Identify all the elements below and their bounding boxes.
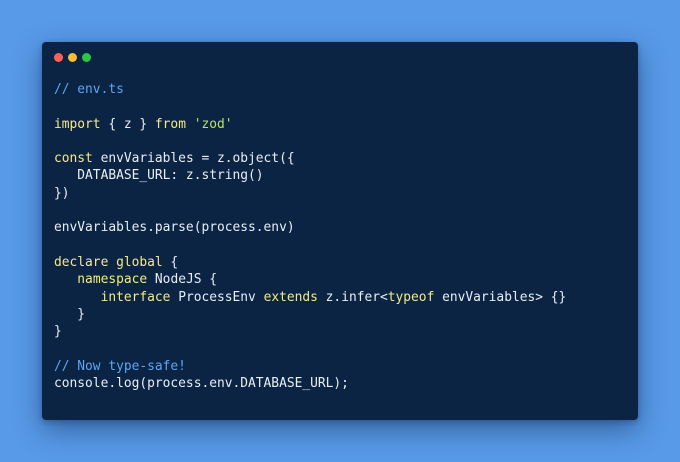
code-token-ident: envVariables.parse(process.env) [54,220,295,236]
window-controls [54,53,91,63]
code-token-type: envVariables> {} [434,289,567,305]
code-line: }) [54,185,566,202]
code-line: } [54,323,566,340]
code-token-punc: } [54,306,86,322]
code-token-keyword: typeof [387,289,435,305]
close-dot-icon[interactable] [54,53,63,62]
code-token-punc: }) [54,185,70,201]
code-token-type: z.infer< [317,289,388,305]
code-line: namespace NodeJS { [54,271,566,288]
code-line: DATABASE_URL: z.string() [54,167,566,184]
code-line: console.log(process.env.DATABASE_URL); [54,375,566,392]
code-block: // env.ts import { z } from 'zod' const … [54,81,566,392]
code-line: interface ProcessEnv extends z.infer<typ… [54,289,567,306]
code-token-punc [54,290,101,305]
code-token-ident: console.log(process.env.DATABASE_URL); [54,376,349,392]
code-line: } [54,306,566,323]
code-token-type: ProcessEnv [170,289,264,305]
code-token-keyword: interface [100,289,171,305]
code-line: // env.ts [54,81,566,98]
code-line: envVariables.parse(process.env) [54,219,566,236]
code-token-comment: // env.ts [54,82,124,97]
code-token-punc: { z } [100,116,155,132]
code-line: declare global { [54,254,566,271]
code-token-prop: DATABASE_URL: z.string() [54,168,264,184]
code-token-punc [108,255,116,270]
code-token-comment: // Now type-safe! [54,358,186,374]
code-token-keyword: from [154,116,186,132]
code-window: // env.ts import { z } from 'zod' const … [42,42,638,420]
code-token-keyword: import [54,116,101,132]
code-line: const envVariables = z.object({ [54,150,566,167]
code-line: // Now type-safe! [54,358,566,375]
maximize-dot-icon[interactable] [82,53,91,62]
code-token-keyword: global [116,254,163,270]
code-token-type: NodeJS { [147,272,218,288]
code-token-string: 'zod' [193,116,233,132]
code-token-punc: } [54,324,62,340]
code-token-ident: envVariables = z.object({ [92,151,295,167]
code-token-punc [186,117,194,132]
code-line: import { z } from 'zod' [54,116,566,133]
minimize-dot-icon[interactable] [68,53,77,62]
code-token-keyword: const [54,151,93,167]
code-token-punc [54,272,77,287]
code-token-keyword: namespace [77,272,148,288]
code-token-keyword: declare [54,254,109,270]
code-token-keyword: extends [263,289,318,305]
code-token-punc: { [162,254,179,270]
